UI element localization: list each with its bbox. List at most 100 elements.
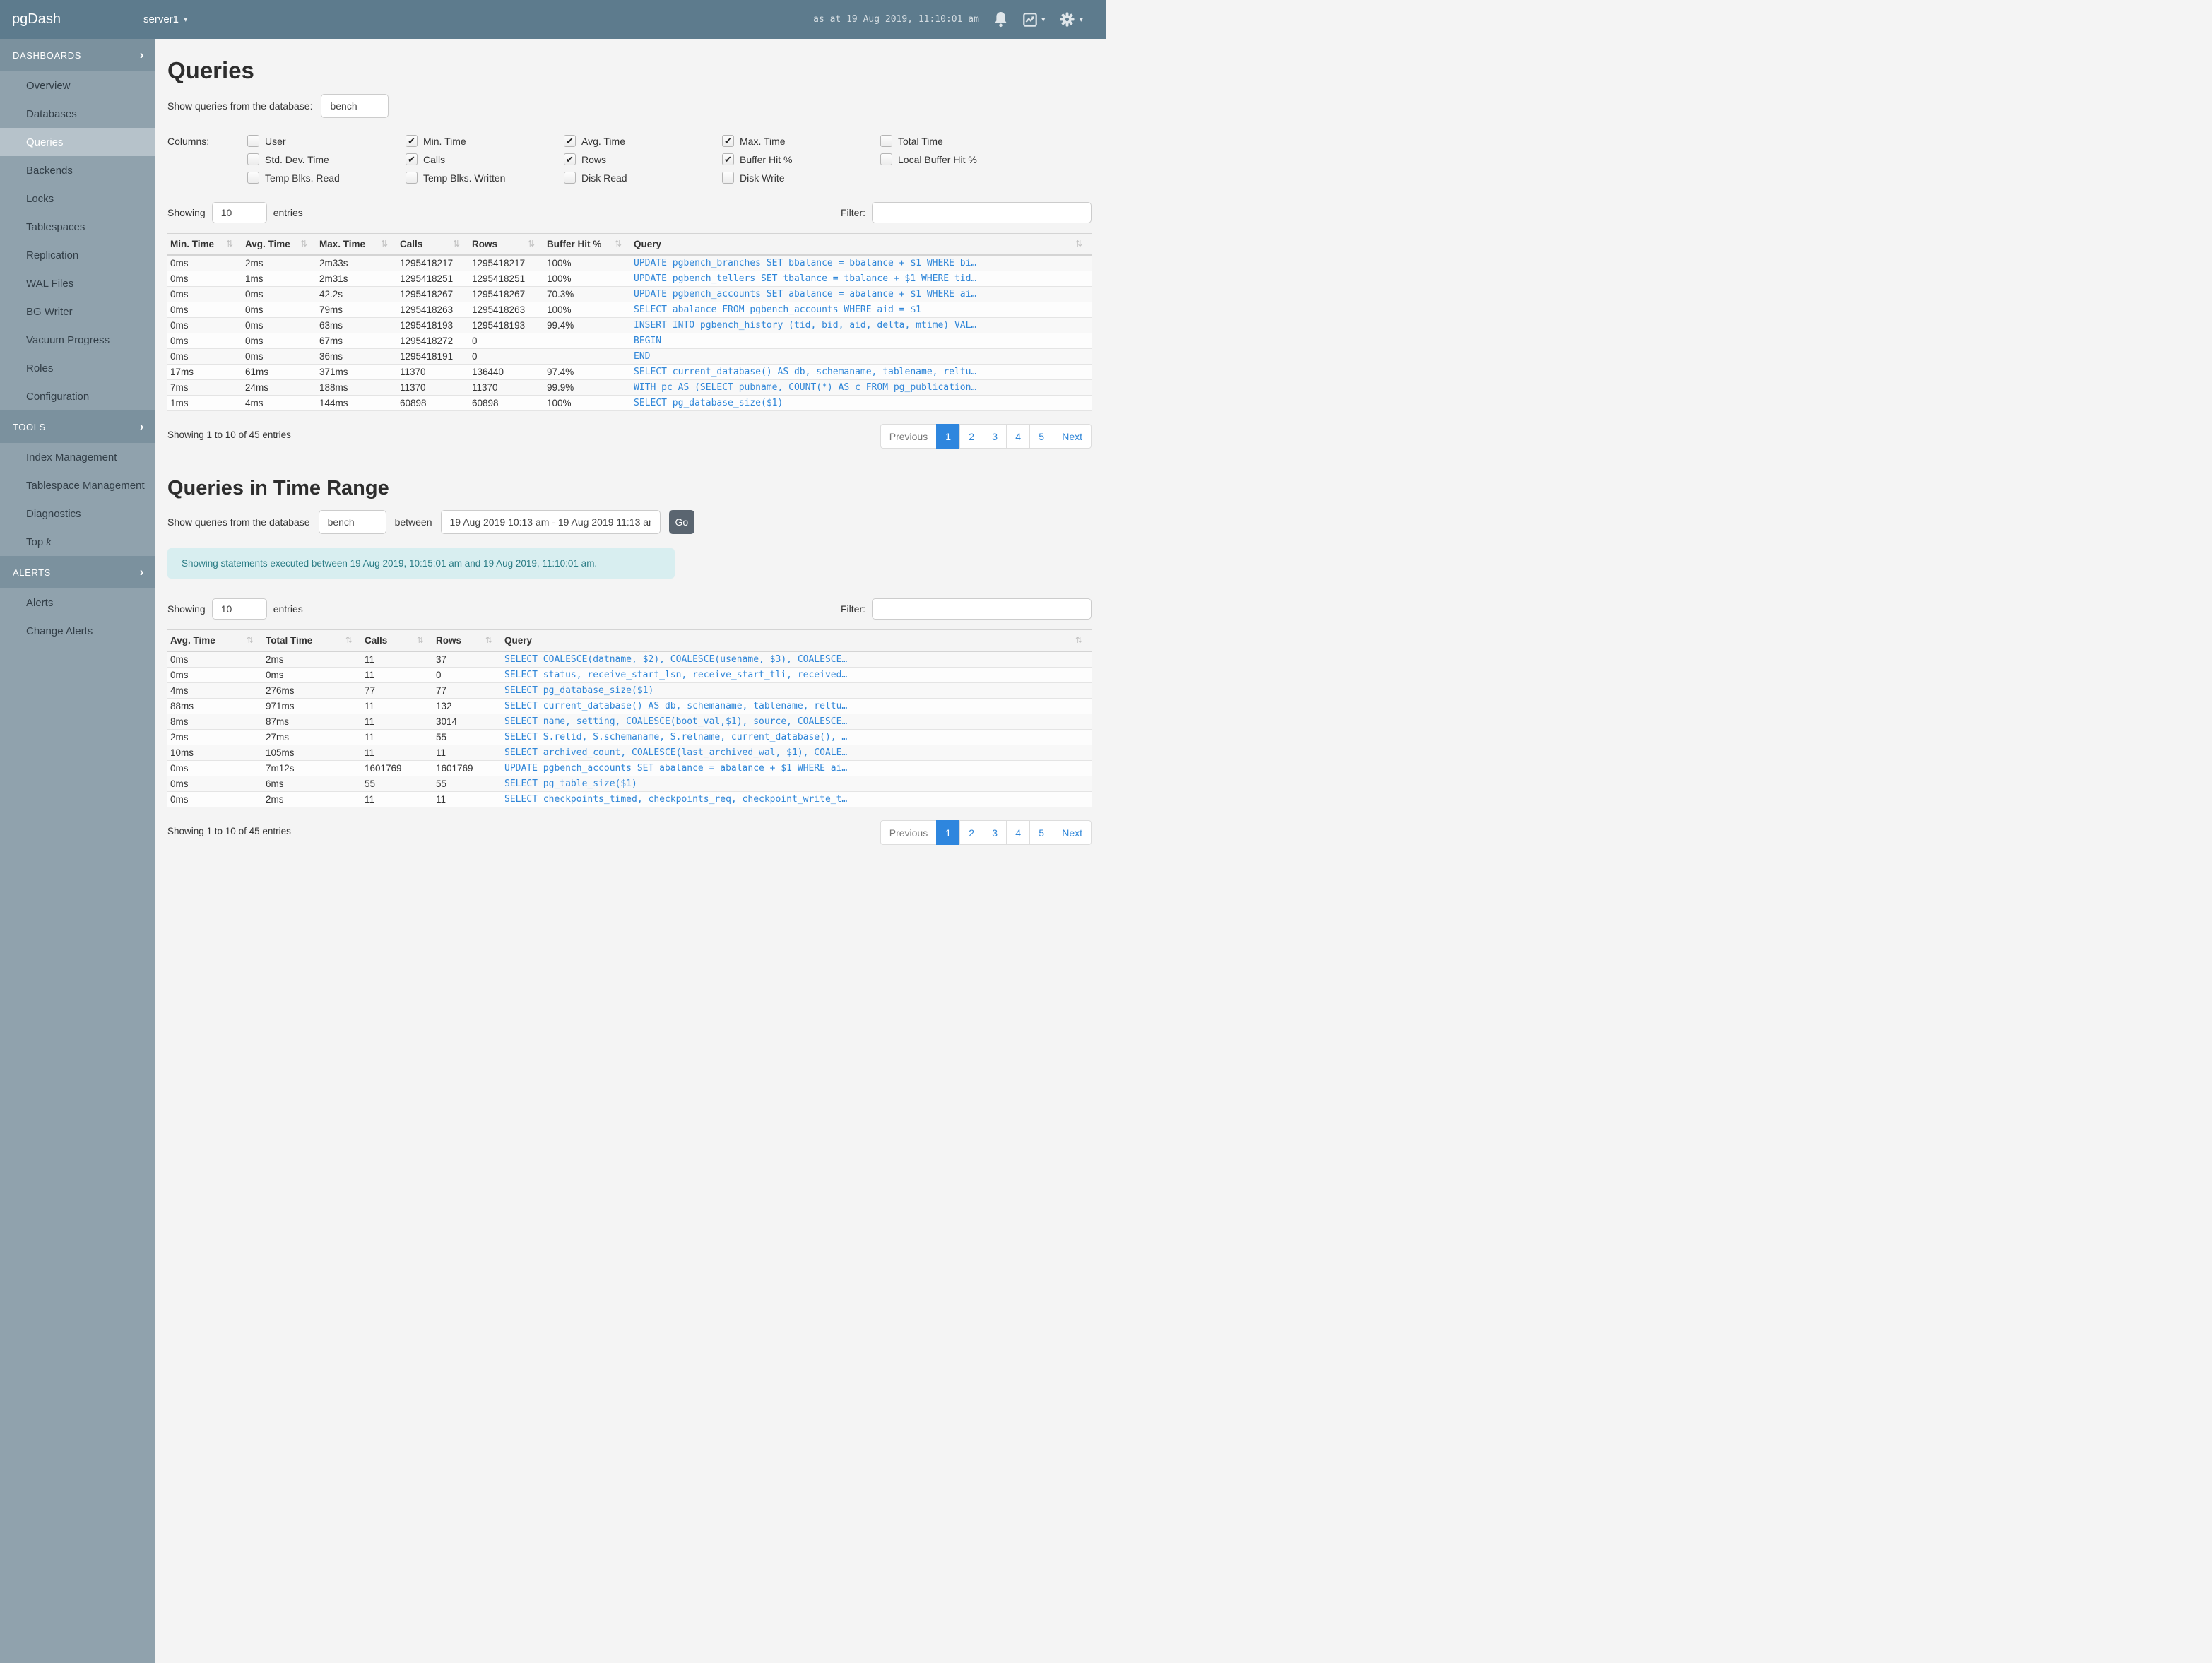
column-checkbox-disk-read[interactable]: Disk Read [564, 172, 722, 184]
checkbox-box[interactable]: ✔ [406, 153, 418, 165]
checkbox-box[interactable]: ✔ [406, 135, 418, 147]
sidebar-item-tablespace-management[interactable]: Tablespace Management [0, 471, 155, 499]
query-link[interactable]: END [631, 348, 1092, 365]
checkbox-box[interactable]: ✔ [564, 153, 576, 165]
column-header-min-time[interactable]: ⇅ Min. Time [167, 233, 242, 256]
column-header-avg-time[interactable]: ⇅ Avg. Time [167, 629, 263, 652]
pagination-page-2[interactable]: 2 [959, 424, 984, 449]
sort-icon[interactable]: ⇅ [485, 635, 492, 645]
pagination-next[interactable]: Next [1053, 820, 1092, 845]
filter-input[interactable] [872, 202, 1092, 223]
query-link[interactable]: BEGIN [631, 333, 1092, 349]
go-button[interactable]: Go [668, 510, 695, 534]
checkbox-box[interactable]: ✔ [722, 153, 734, 165]
checkbox-box[interactable] [406, 172, 418, 184]
checkbox-box[interactable] [722, 172, 734, 184]
pagination-page-4[interactable]: 4 [1006, 820, 1031, 845]
sort-icon[interactable]: ⇅ [247, 635, 254, 645]
sidebar-item-overview[interactable]: Overview [0, 71, 155, 100]
database-input[interactable] [318, 510, 386, 534]
checkbox-box[interactable] [247, 135, 259, 147]
column-checkbox-temp-blks-written[interactable]: Temp Blks. Written [406, 172, 564, 184]
settings-menu-button[interactable]: ▾ [1059, 11, 1083, 28]
query-link[interactable]: SELECT abalance FROM pgbench_accounts WH… [631, 302, 1092, 318]
checkbox-box[interactable] [564, 172, 576, 184]
pagination-previous[interactable]: Previous [880, 424, 938, 449]
checkbox-box[interactable] [880, 135, 892, 147]
notifications-button[interactable] [993, 11, 1008, 28]
sidebar-item-locks[interactable]: Locks [0, 184, 155, 213]
sidebar-section-dashboards[interactable]: DASHBOARDS › [0, 39, 155, 71]
sort-icon[interactable]: ⇅ [615, 239, 622, 249]
query-link[interactable]: SELECT status, receive_start_lsn, receiv… [502, 667, 1092, 683]
column-checkbox-local-buffer-hit[interactable]: Local Buffer Hit % [880, 153, 1039, 165]
column-checkbox-buffer-hit[interactable]: ✔ Buffer Hit % [722, 153, 880, 165]
sidebar-item-wal-files[interactable]: WAL Files [0, 269, 155, 297]
sidebar-item-top-k[interactable]: Top k [0, 528, 155, 556]
query-link[interactable]: SELECT name, setting, COALESCE(boot_val,… [502, 714, 1092, 730]
sidebar-item-vacuum-progress[interactable]: Vacuum Progress [0, 326, 155, 354]
sidebar-item-roles[interactable]: Roles [0, 354, 155, 382]
column-header-calls[interactable]: ⇅ Calls [397, 233, 469, 256]
pagination-page-2[interactable]: 2 [959, 820, 984, 845]
sort-icon[interactable]: ⇅ [345, 635, 353, 645]
column-header-rows[interactable]: ⇅ Rows [469, 233, 544, 256]
query-link[interactable]: WITH pc AS (SELECT pubname, COUNT(*) AS … [631, 379, 1092, 396]
column-checkbox-temp-blks-read[interactable]: Temp Blks. Read [247, 172, 406, 184]
column-header-query[interactable]: ⇅ Query [631, 233, 1092, 256]
sort-icon[interactable]: ⇅ [381, 239, 388, 249]
column-header-rows[interactable]: ⇅ Rows [433, 629, 502, 652]
column-header-buffer-hit[interactable]: ⇅ Buffer Hit % [544, 233, 631, 256]
column-header-max-time[interactable]: ⇅ Max. Time [317, 233, 397, 256]
query-link[interactable]: SELECT pg_database_size($1) [631, 395, 1092, 411]
column-header-query[interactable]: ⇅ Query [502, 629, 1092, 652]
brand-logo[interactable]: pgDash [0, 11, 143, 28]
sort-icon[interactable]: ⇅ [226, 239, 233, 249]
sort-icon[interactable]: ⇅ [1075, 239, 1082, 249]
sidebar-item-databases[interactable]: Databases [0, 100, 155, 128]
pagination-page-5[interactable]: 5 [1029, 820, 1054, 845]
sidebar-item-diagnostics[interactable]: Diagnostics [0, 499, 155, 528]
checkbox-box[interactable] [880, 153, 892, 165]
sidebar-section-alerts[interactable]: ALERTS › [0, 556, 155, 588]
query-link[interactable]: SELECT pg_database_size($1) [502, 682, 1092, 699]
checkbox-box[interactable]: ✔ [564, 135, 576, 147]
query-link[interactable]: UPDATE pgbench_accounts SET abalance = a… [631, 286, 1092, 302]
query-link[interactable]: SELECT current_database() AS db, scheman… [502, 698, 1092, 714]
query-link[interactable]: SELECT pg_table_size($1) [502, 776, 1092, 792]
pagination-page-4[interactable]: 4 [1006, 424, 1031, 449]
pagination-page-3[interactable]: 3 [983, 424, 1007, 449]
column-checkbox-max-time[interactable]: ✔ Max. Time [722, 135, 880, 147]
column-header-avg-time[interactable]: ⇅ Avg. Time [242, 233, 317, 256]
sort-icon[interactable]: ⇅ [453, 239, 460, 249]
sort-icon[interactable]: ⇅ [300, 239, 307, 249]
checkbox-box[interactable] [247, 153, 259, 165]
query-link[interactable]: UPDATE pgbench_branches SET bbalance = b… [631, 254, 1092, 271]
sort-icon[interactable]: ⇅ [1075, 635, 1082, 645]
checkbox-box[interactable] [247, 172, 259, 184]
pagination-page-1[interactable]: 1 [936, 820, 961, 845]
sidebar-item-change-alerts[interactable]: Change Alerts [0, 617, 155, 645]
pagination-next[interactable]: Next [1053, 424, 1092, 449]
query-link[interactable]: SELECT current_database() AS db, scheman… [631, 364, 1092, 380]
sidebar-section-tools[interactable]: TOOLS › [0, 410, 155, 443]
column-checkbox-min-time[interactable]: ✔ Min. Time [406, 135, 564, 147]
database-input[interactable] [321, 94, 389, 118]
sidebar-item-tablespaces[interactable]: Tablespaces [0, 213, 155, 241]
charts-menu-button[interactable]: ▾ [1022, 12, 1045, 28]
query-link[interactable]: UPDATE pgbench_tellers SET tbalance = tb… [631, 271, 1092, 287]
query-link[interactable]: SELECT checkpoints_timed, checkpoints_re… [502, 791, 1092, 807]
column-checkbox-avg-time[interactable]: ✔ Avg. Time [564, 135, 722, 147]
pagination-previous[interactable]: Previous [880, 820, 938, 845]
column-header-total-time[interactable]: ⇅ Total Time [263, 629, 362, 652]
sidebar-item-configuration[interactable]: Configuration [0, 382, 155, 410]
column-checkbox-total-time[interactable]: Total Time [880, 135, 1039, 147]
column-checkbox-calls[interactable]: ✔ Calls [406, 153, 564, 165]
date-range-input[interactable] [440, 510, 661, 534]
pagination-page-3[interactable]: 3 [983, 820, 1007, 845]
column-header-calls[interactable]: ⇅ Calls [362, 629, 433, 652]
pagination-page-1[interactable]: 1 [936, 424, 961, 449]
checkbox-box[interactable]: ✔ [722, 135, 734, 147]
sidebar-item-bg-writer[interactable]: BG Writer [0, 297, 155, 326]
entries-input[interactable] [211, 202, 267, 223]
